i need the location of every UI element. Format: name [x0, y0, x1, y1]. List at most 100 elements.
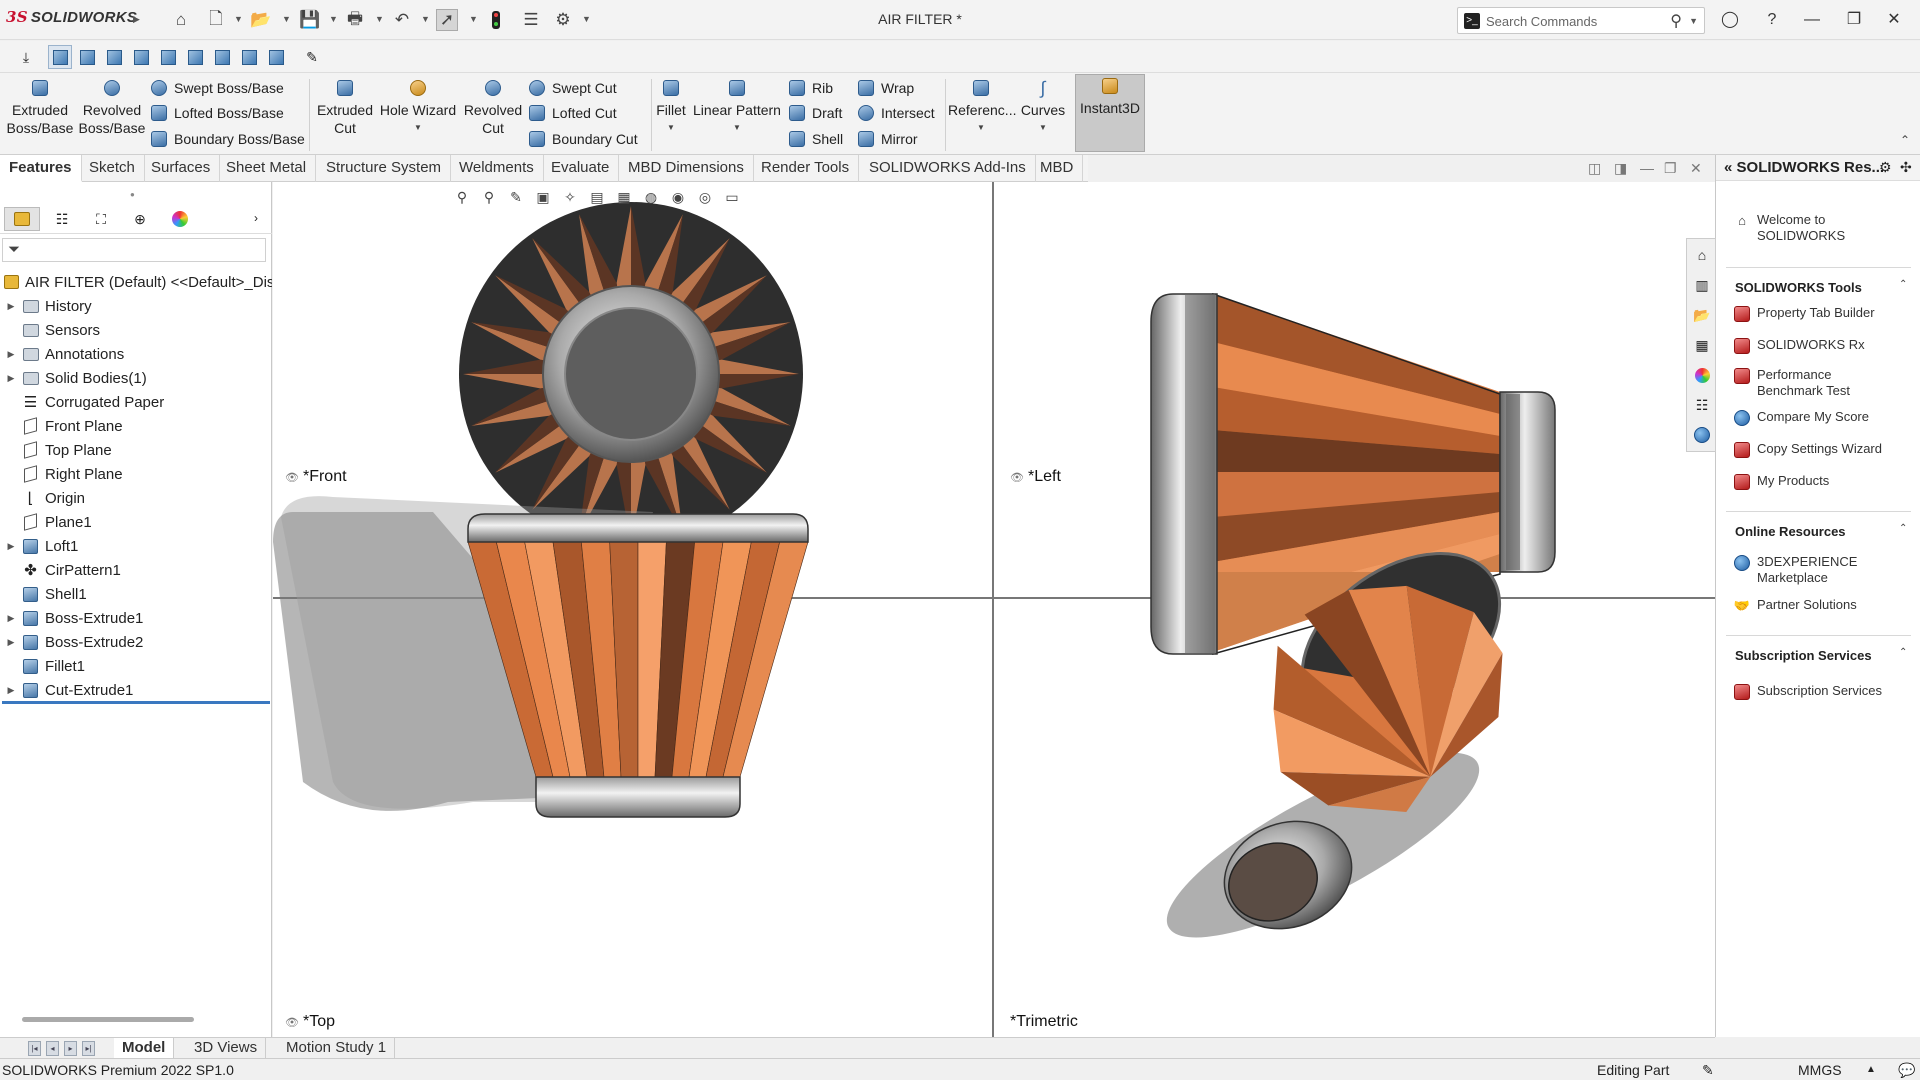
fillet-button[interactable]: Fillet ▼	[654, 77, 688, 137]
task-pane-options-icon[interactable]: ⚙	[1879, 159, 1892, 176]
solidworks-tools-header[interactable]: SOLIDWORKS Tools	[1735, 280, 1862, 295]
collapse-tools-icon[interactable]: ⌃	[1899, 279, 1907, 290]
display-manager-tab-icon[interactable]	[162, 207, 198, 231]
search-input[interactable]	[1486, 11, 1666, 31]
edit-appearance-icon[interactable]: ◉	[668, 187, 688, 207]
solidworks-rx-link[interactable]: SOLIDWORKS Rx	[1733, 337, 1918, 355]
message-icon[interactable]: 💬	[1898, 1062, 1915, 1079]
expand-arrow-icon[interactable]: ▶	[0, 373, 22, 384]
apply-scene-icon[interactable]: ◎	[695, 187, 715, 207]
viewport-label-left[interactable]: 👁 *Left	[1010, 468, 1061, 486]
tree-item-boss-extrude1[interactable]: ▶ Boss-Extrude1	[0, 606, 272, 630]
view-orientation-back-icon[interactable]	[75, 45, 99, 69]
feature-tree-tab-icon[interactable]	[4, 207, 40, 231]
tree-item-origin[interactable]: ⌊ Origin	[0, 486, 272, 510]
rollback-bar[interactable]	[2, 701, 270, 704]
expand-arrow-icon[interactable]: ▶	[0, 637, 22, 648]
help-icon[interactable]: ?	[1760, 8, 1784, 32]
intersect-button[interactable]: Intersect	[857, 102, 935, 124]
tree-item-right-plane[interactable]: Right Plane	[0, 462, 272, 486]
viewport-label-front[interactable]: 👁 *Front	[285, 468, 347, 486]
close-icon[interactable]: ✕	[1882, 8, 1906, 32]
viewport-minimize-icon[interactable]: —	[1640, 160, 1654, 176]
pin-toolbar-icon[interactable]: ⤓	[14, 45, 38, 69]
tree-item-front-plane[interactable]: Front Plane	[0, 414, 272, 438]
tab-sheet-metal[interactable]: Sheet Metal	[217, 155, 317, 182]
viewport-restore-icon[interactable]: ❐	[1664, 160, 1677, 177]
next-tab-arrow-icon[interactable]: ▸	[64, 1041, 77, 1056]
property-manager-tab-icon[interactable]: ☷	[44, 207, 80, 231]
expand-arrow-icon[interactable]: ▶	[0, 541, 22, 552]
view-orientation-trimetric-icon[interactable]	[237, 45, 261, 69]
tab-features[interactable]: Features	[0, 155, 82, 182]
curves-button[interactable]: ∫ Curves ▼	[1018, 77, 1068, 137]
curves-dropdown-icon[interactable]: ▼	[1018, 119, 1068, 137]
search-icon[interactable]: ⚲	[1670, 11, 1682, 31]
viewport-close-icon[interactable]: ✕	[1690, 160, 1702, 177]
swept-boss-button[interactable]: Swept Boss/Base	[150, 77, 284, 99]
revolved-cut-button[interactable]: Revolved Cut	[460, 77, 526, 137]
tab-weldments[interactable]: Weldments	[450, 155, 544, 182]
swept-cut-button[interactable]: Swept Cut	[528, 77, 617, 99]
expand-arrow-icon[interactable]: ▶	[0, 301, 22, 312]
view-orientation-right-icon[interactable]	[129, 45, 153, 69]
online-resources-header[interactable]: Online Resources	[1735, 524, 1846, 539]
tree-item-solid-bodies[interactable]: ▶ Solid Bodies(1)	[0, 366, 272, 390]
hole-wizard-dropdown-icon[interactable]: ▼	[378, 119, 458, 137]
view-orientation-dimetric-icon[interactable]	[264, 45, 288, 69]
tree-item-annotations[interactable]: ▶ Annotations	[0, 342, 272, 366]
shell-button[interactable]: Shell	[788, 128, 843, 150]
configuration-manager-tab-icon[interactable]: ⛶	[83, 207, 119, 231]
tab-sketch[interactable]: Sketch	[80, 155, 145, 182]
zoom-to-area-icon[interactable]: ⚲	[479, 187, 499, 207]
tab-mbd[interactable]: MBD	[1031, 155, 1084, 182]
section-view-icon[interactable]: ▣	[533, 187, 553, 207]
instant3d-button[interactable]: Instant3D	[1075, 74, 1145, 152]
tab-model[interactable]: Model	[114, 1038, 175, 1059]
viewport-tile-icon[interactable]: ◫	[1588, 160, 1601, 177]
collapse-task-pane-icon[interactable]: «	[1724, 159, 1732, 176]
last-tab-arrow-icon[interactable]: ▸|	[82, 1041, 95, 1056]
wrap-button[interactable]: Wrap	[857, 77, 914, 99]
file-explorer-tab-icon[interactable]: 📂	[1692, 305, 1712, 325]
linear-pattern-dropdown-icon[interactable]: ▼	[692, 119, 782, 137]
viewport-link-icon[interactable]: ◨	[1614, 160, 1627, 177]
horizontal-scrollbar[interactable]	[22, 1017, 194, 1022]
user-account-icon[interactable]: ◯	[1718, 8, 1742, 32]
tree-item-shell1[interactable]: Shell1	[0, 582, 272, 606]
tree-item-history[interactable]: ▶ History	[0, 294, 272, 318]
minimize-icon[interactable]: —	[1800, 8, 1824, 32]
subscription-services-link[interactable]: Subscription Services	[1733, 683, 1918, 701]
fillet-dropdown-icon[interactable]: ▼	[654, 119, 688, 137]
view-orientation-bottom-icon[interactable]	[183, 45, 207, 69]
filter-box[interactable]: ⏷	[2, 238, 266, 262]
expand-arrow-icon[interactable]: ▶	[0, 349, 22, 360]
hide-show-items-icon[interactable]: ◍	[641, 187, 661, 207]
search-dropdown-icon[interactable]: ▼	[1689, 16, 1698, 26]
performance-benchmark-link[interactable]: Performance Benchmark Test	[1733, 367, 1918, 399]
dynamic-annotation-icon[interactable]: ✧	[560, 187, 580, 207]
view-orientation-top-icon[interactable]	[156, 45, 180, 69]
extruded-cut-button[interactable]: Extruded Cut	[312, 77, 378, 137]
lofted-boss-button[interactable]: Lofted Boss/Base	[150, 102, 284, 124]
linear-pattern-button[interactable]: Linear Pattern ▼	[692, 77, 782, 137]
tab-render-tools[interactable]: Render Tools	[752, 155, 860, 182]
view-orientation-iso-icon[interactable]	[210, 45, 234, 69]
tree-item-plane1[interactable]: Plane1	[0, 510, 272, 534]
compare-my-score-link[interactable]: Compare My Score	[1733, 409, 1918, 427]
rib-button[interactable]: Rib	[788, 77, 833, 99]
3dexperience-marketplace-link[interactable]: 3DEXPERIENCE Marketplace	[1733, 554, 1918, 586]
tree-root[interactable]: AIR FILTER (Default) <<Default>_Dis	[0, 270, 272, 294]
property-tab-builder-link[interactable]: Property Tab Builder	[1733, 305, 1918, 323]
graphics-area[interactable]: 👁 *Front 👁 *Left 👁 *Top *Trimetric	[273, 182, 1715, 1037]
viewport-label-trimetric[interactable]: *Trimetric	[1010, 1013, 1078, 1031]
rebuild-status-icon[interactable]: ✎	[1702, 1062, 1714, 1079]
appearances-tab-icon[interactable]	[1692, 365, 1712, 385]
collapse-ribbon-icon[interactable]: ⌃	[1900, 133, 1910, 147]
view-palette-tab-icon[interactable]: ▦	[1692, 335, 1712, 355]
tab-evaluate[interactable]: Evaluate	[542, 155, 620, 182]
view-settings-icon[interactable]: ▭	[722, 187, 742, 207]
expand-arrow-icon[interactable]: ▶	[0, 613, 22, 624]
solidworks-resources-tab-icon[interactable]: ⌂	[1692, 245, 1712, 265]
first-tab-arrow-icon[interactable]: |◂	[28, 1041, 41, 1056]
